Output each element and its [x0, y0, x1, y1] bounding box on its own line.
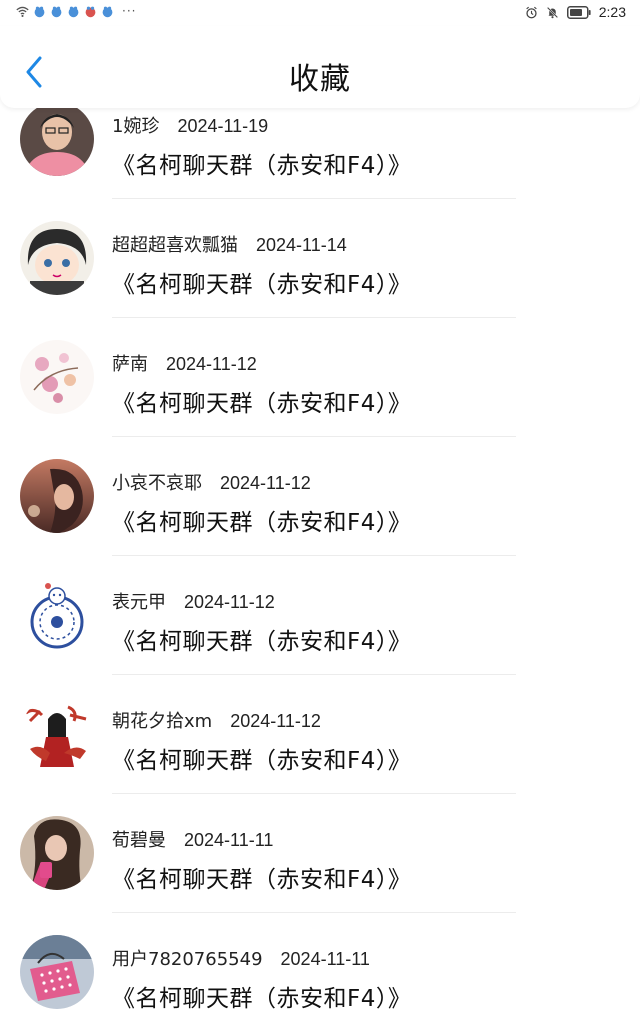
item-meta: 表元甲 2024-11-12	[112, 588, 275, 614]
group-title: 《名柯聊天群（赤安和F4）》	[112, 510, 412, 536]
list-item[interactable]: 表元甲 2024-11-12 《名柯聊天群（赤安和F4）》	[0, 556, 640, 675]
app-notification-icon	[51, 6, 62, 17]
app-notification-icon	[102, 6, 113, 17]
item-date: 2024-11-19	[177, 116, 269, 136]
avatar	[20, 578, 94, 652]
group-title: 《名柯聊天群（赤安和F4）》	[112, 986, 412, 1012]
item-date: 2024-11-14	[256, 235, 347, 255]
list-item[interactable]: 小哀不哀耶 2024-11-12 《名柯聊天群（赤安和F4）》	[0, 437, 640, 556]
more-notifications-indicator: ···	[122, 4, 137, 18]
list-item[interactable]: 萨南 2024-11-12 《名柯聊天群（赤安和F4）》	[0, 318, 640, 437]
status-bar-left: ···	[16, 4, 136, 18]
group-title: 《名柯聊天群（赤安和F4）》	[112, 272, 412, 298]
app-header: 收藏	[0, 26, 640, 108]
item-date: 2024-11-12	[166, 354, 257, 374]
avatar	[20, 221, 94, 295]
status-time: 2:23	[598, 4, 626, 20]
avatar	[20, 340, 94, 414]
item-date: 2024-11-11	[184, 830, 274, 850]
item-meta: 荀碧曼 2024-11-11	[112, 826, 273, 852]
item-meta: 萨南 2024-11-12	[112, 350, 257, 376]
list-item[interactable]: 1婉珍 2024-11-19 《名柯聊天群（赤安和F4）》	[0, 102, 640, 199]
group-title: 《名柯聊天群（赤安和F4）》	[112, 867, 412, 893]
group-title: 《名柯聊天群（赤安和F4）》	[112, 391, 412, 417]
item-meta: 小哀不哀耶 2024-11-12	[112, 469, 311, 495]
item-meta: 超超超喜欢瓢猫 2024-11-14	[112, 231, 347, 257]
avatar	[20, 459, 94, 533]
page-title: 收藏	[289, 62, 351, 97]
alarm-icon	[526, 6, 537, 18]
bell-off-icon	[546, 6, 558, 18]
avatar	[20, 102, 94, 176]
item-meta: 朝花夕拾xm 2024-11-12	[112, 707, 321, 733]
list-item[interactable]: 超超超喜欢瓢猫 2024-11-14 《名柯聊天群（赤安和F4）》	[0, 199, 640, 318]
status-bar-right: 2:23	[525, 4, 626, 20]
group-title: 《名柯聊天群（赤安和F4）》	[112, 153, 412, 179]
list-item[interactable]: 荀碧曼 2024-11-11 《名柯聊天群（赤安和F4）》	[0, 794, 640, 913]
avatar	[20, 935, 94, 1009]
group-title: 《名柯聊天群（赤安和F4）》	[112, 629, 412, 655]
item-meta: 用户7820765549 2024-11-11	[112, 945, 370, 971]
username: 朝花夕拾xm	[112, 711, 213, 732]
item-date: 2024-11-11	[280, 949, 370, 969]
item-meta: 1婉珍 2024-11-19	[112, 112, 268, 138]
status-bar: ··· 2:23	[0, 0, 640, 26]
app-notification-icon	[68, 6, 79, 17]
wifi-icon	[16, 6, 29, 17]
avatar	[20, 697, 94, 771]
item-date: 2024-11-12	[184, 592, 275, 612]
username: 1婉珍	[112, 116, 160, 137]
username: 荀碧曼	[112, 830, 166, 851]
favorites-list: 1婉珍 2024-11-19 《名柯聊天群（赤安和F4）》 超超超喜欢瓢猫 2024…	[0, 102, 640, 1032]
username: 萨南	[112, 354, 148, 375]
username: 小哀不哀耶	[112, 473, 202, 494]
battery-icon	[566, 5, 591, 19]
list-item[interactable]: 朝花夕拾xm 2024-11-12 《名柯聊天群（赤安和F4）》	[0, 675, 640, 794]
app-notification-icon	[85, 6, 96, 17]
username: 用户7820765549	[112, 949, 263, 970]
avatar	[20, 816, 94, 890]
item-date: 2024-11-12	[230, 711, 321, 731]
username: 表元甲	[112, 592, 166, 613]
list-item[interactable]: 用户7820765549 2024-11-11 《名柯聊天群（赤安和F4）》	[0, 913, 640, 1032]
item-date: 2024-11-12	[220, 473, 311, 493]
username: 超超超喜欢瓢猫	[112, 235, 238, 256]
group-title: 《名柯聊天群（赤安和F4）》	[112, 748, 412, 774]
app-notification-icon	[34, 6, 45, 17]
